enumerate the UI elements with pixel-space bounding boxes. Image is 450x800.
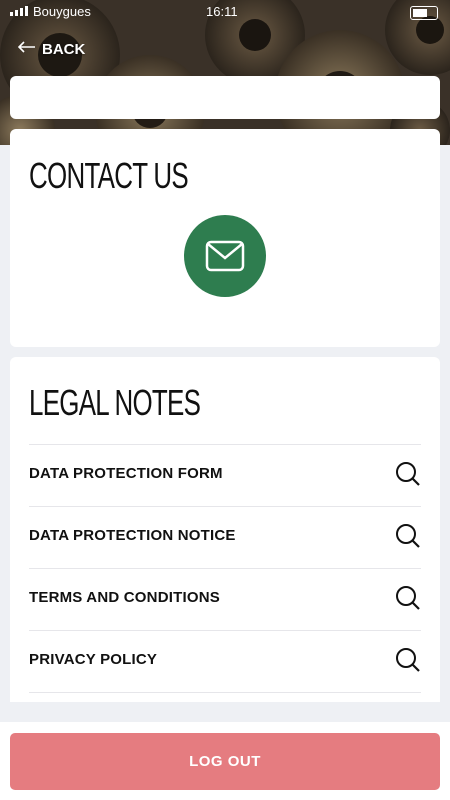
search-icon [395,523,421,554]
legal-item-data-protection-form[interactable]: DATA PROTECTION FORM [29,444,421,506]
legal-item-data-protection-notice[interactable]: DATA PROTECTION NOTICE [29,506,421,568]
back-label: BACK [42,40,86,58]
back-button[interactable]: BACK [17,40,86,58]
legal-notes-list: DATA PROTECTION FORM DATA PROTECTION NOT… [29,444,421,693]
status-bar: Bouygues 16:11 [0,0,450,26]
status-time: 16:11 [206,4,238,19]
legal-item-privacy-policy[interactable]: PRIVACY POLICY [29,630,421,693]
contact-email-button[interactable] [184,215,266,297]
battery-icon [410,6,438,20]
legal-notes-title: LEGAL NOTES [29,382,201,423]
envelope-icon [205,240,245,272]
logout-button[interactable]: LOG OUT [10,733,440,790]
legal-item-label: DATA PROTECTION NOTICE [29,527,236,544]
search-icon [395,647,421,678]
carrier-name: Bouygues [33,4,91,19]
search-icon [395,461,421,492]
legal-item-terms-and-conditions[interactable]: TERMS AND CONDITIONS [29,568,421,630]
arrow-left-icon [17,40,36,58]
search-icon [395,585,421,616]
signal-icon [10,6,28,16]
legal-notes-card: LEGAL NOTES DATA PROTECTION FORM DATA PR… [10,357,440,702]
legal-item-label: TERMS AND CONDITIONS [29,589,220,606]
legal-item-label: PRIVACY POLICY [29,651,158,668]
contact-card: CONTACT US [10,129,440,347]
header-card [10,76,440,119]
legal-item-label: DATA PROTECTION FORM [29,465,223,482]
contact-title: CONTACT US [29,155,189,196]
